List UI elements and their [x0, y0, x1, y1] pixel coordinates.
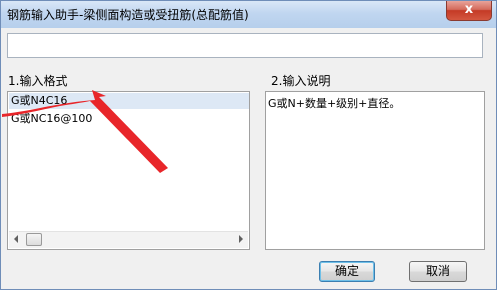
description-text: G或N+数量+级别+直径。 — [268, 97, 401, 110]
scroll-right-icon[interactable] — [239, 235, 243, 243]
rebar-input-field[interactable] — [7, 33, 483, 58]
dialog-client: 1.输入格式 2.输入说明 G或N4C16 G或NC16@100 G或N+数量+… — [1, 28, 496, 289]
description-panel: G或N+数量+级别+直径。 — [265, 91, 485, 250]
cancel-button[interactable]: 取消 — [409, 261, 467, 282]
format-section-label: 1.输入格式 — [8, 74, 68, 88]
title-bar[interactable]: 钢筋输入助手-梁侧面构造或受扭筋(总配筋值) x — [1, 1, 496, 28]
description-section-label: 2.输入说明 — [271, 74, 331, 88]
window-title: 钢筋输入助手-梁侧面构造或受扭筋(总配筋值) — [7, 8, 249, 22]
scroll-left-icon[interactable] — [14, 235, 18, 243]
dialog-window: 钢筋输入助手-梁侧面构造或受扭筋(总配筋值) x 1.输入格式 2.输入说明 G… — [0, 0, 497, 290]
horizontal-scrollbar[interactable] — [9, 231, 248, 248]
close-icon: x — [464, 2, 474, 17]
ok-button[interactable]: 确定 — [319, 261, 375, 282]
list-item[interactable]: G或N4C16 — [9, 93, 249, 109]
scrollbar-thumb[interactable] — [26, 233, 42, 246]
close-button[interactable]: x — [446, 1, 492, 21]
list-item[interactable]: G或NC16@100 — [9, 111, 249, 127]
format-list[interactable]: G或N4C16 G或NC16@100 — [7, 91, 250, 250]
